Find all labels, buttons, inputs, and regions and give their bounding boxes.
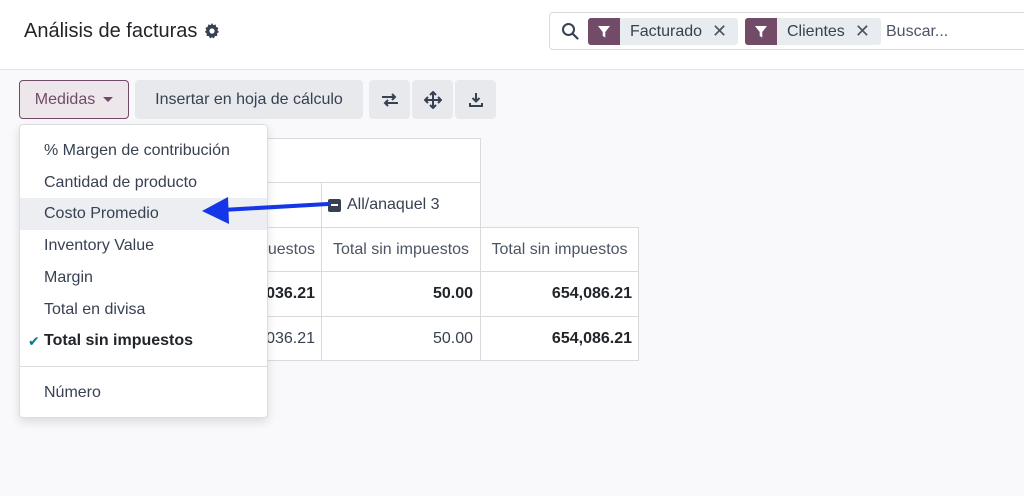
measure-header: Total sin impuestos (321, 227, 481, 272)
facet-label: Facturado (630, 23, 703, 40)
search-input[interactable] (886, 20, 1024, 44)
insert-spreadsheet-button[interactable]: Insertar en hoja de cálculo (135, 80, 363, 119)
download-icon (468, 92, 483, 107)
measure-header: Total sin impuestos (480, 227, 639, 272)
search-facet-facturado[interactable]: Facturado ✕ (588, 18, 739, 45)
pivot-cell[interactable]: 654,086.21 (480, 316, 639, 361)
page-title: Análisis de facturas (24, 20, 198, 42)
measure-item-cantidad-producto[interactable]: Cantidad de producto (20, 167, 267, 199)
measure-item-label: Total sin impuestos (44, 332, 194, 349)
col-group-label: All/anaquel 3 (347, 196, 440, 213)
facet-label: Clientes (787, 23, 845, 40)
download-button[interactable] (455, 80, 496, 119)
pivot-col-group-header[interactable]: All/anaquel 3 (321, 182, 481, 228)
pivot-cell[interactable]: 50.00 (321, 271, 481, 317)
cell-value: 036.21 (266, 329, 315, 347)
control-panel: Análisis de facturas Facturado ✕ Cliente… (0, 0, 1024, 70)
expand-all-button[interactable] (412, 80, 453, 119)
measure-item-numero[interactable]: Número (20, 377, 267, 409)
measure-header-label: uestos (267, 240, 315, 258)
measures-dropdown-button[interactable]: Medidas (19, 80, 129, 119)
measures-label: Medidas (34, 90, 96, 108)
cell-value: 50.00 (432, 329, 473, 347)
expand-all-icon (423, 90, 442, 109)
measure-header-label: Total sin impuestos (332, 240, 470, 258)
check-icon: ✔ (28, 333, 40, 349)
measure-header-label: Total sin impuestos (491, 240, 628, 258)
filter-icon (588, 18, 620, 45)
cell-value: 654,086.21 (551, 285, 632, 302)
gear-icon[interactable] (204, 23, 220, 39)
pivot-cell[interactable]: 654,086.21 (480, 271, 639, 317)
measure-item-costo-promedio[interactable]: Costo Promedio (20, 198, 267, 230)
search-icon[interactable] (561, 22, 579, 40)
caret-down-icon (103, 97, 114, 102)
measures-dropdown-menu: % Margen de contribución Cantidad de pro… (19, 124, 268, 418)
measure-item-total-sin-impuestos[interactable]: ✔ Total sin impuestos (20, 325, 267, 357)
measure-item-margen-contribucion[interactable]: % Margen de contribución (20, 135, 267, 167)
search-bar[interactable]: Facturado ✕ Clientes ✕ (549, 12, 1024, 50)
swap-axis-icon (381, 92, 398, 107)
filter-icon (745, 18, 777, 45)
close-icon[interactable]: ✕ (712, 18, 738, 45)
measure-item-margin[interactable]: Margin (20, 262, 267, 294)
search-facet-clientes[interactable]: Clientes ✕ (745, 18, 881, 45)
pivot-cell[interactable]: 50.00 (321, 316, 481, 361)
close-icon[interactable]: ✕ (855, 18, 881, 45)
cell-value: 50.00 (432, 285, 473, 302)
measure-item-inventory-value[interactable]: Inventory Value (20, 230, 267, 262)
flip-axis-button[interactable] (369, 80, 410, 119)
measure-item-total-divisa[interactable]: Total en divisa (20, 294, 267, 326)
cell-value: 036.21 (266, 285, 315, 302)
menu-divider (20, 366, 267, 367)
cell-value: 654,086.21 (551, 329, 632, 347)
collapse-icon (328, 198, 341, 212)
